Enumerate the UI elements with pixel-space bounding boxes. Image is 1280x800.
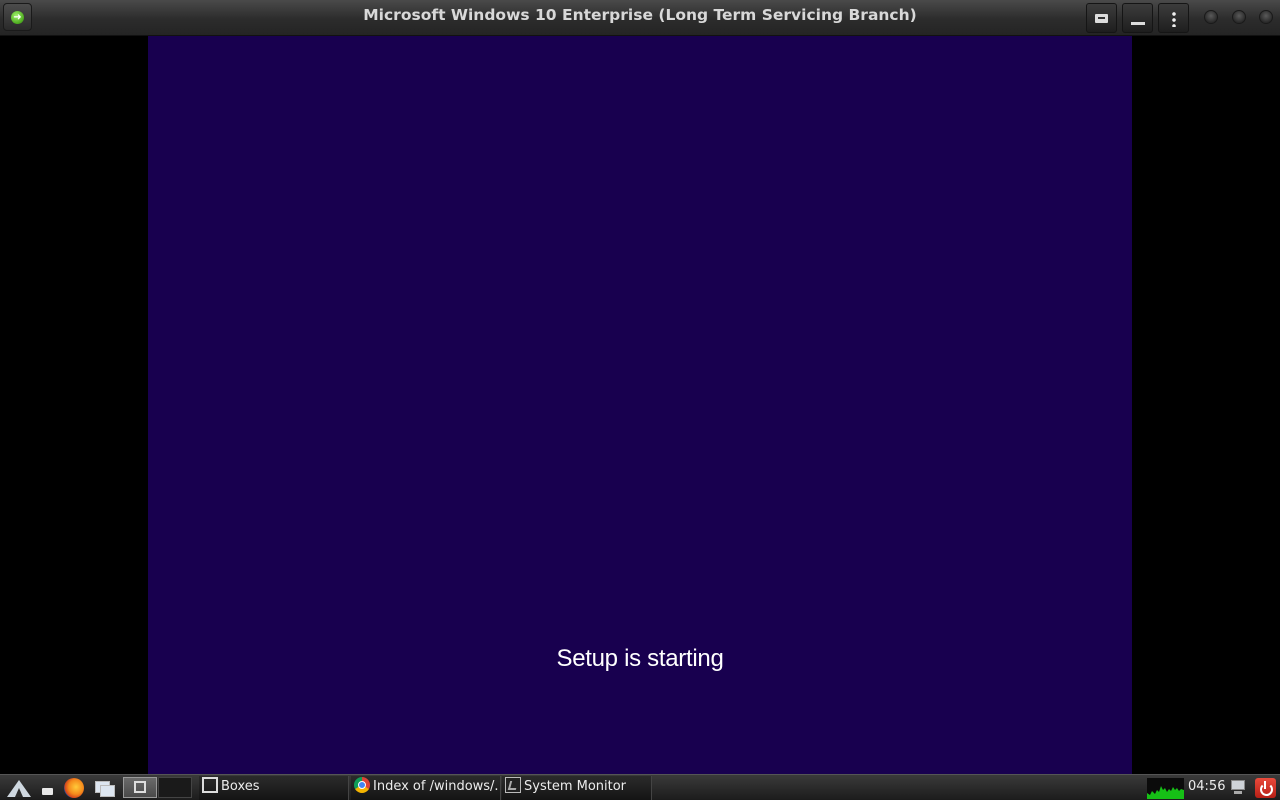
wm-maximize-button[interactable]	[1232, 10, 1246, 24]
task-system-monitor[interactable]: System Monitor	[502, 776, 652, 800]
network-icon[interactable]	[1228, 779, 1248, 797]
task-label: Boxes	[221, 779, 260, 794]
minimize-icon	[1131, 22, 1145, 25]
wm-minimize-button[interactable]	[1204, 10, 1218, 24]
task-boxes[interactable]: Boxes	[199, 776, 349, 800]
task-chrome[interactable]: Index of /windows/...	[351, 776, 501, 800]
workspace-1[interactable]	[123, 777, 157, 798]
windows-switcher-icon[interactable]	[92, 777, 118, 799]
show-desktop-icon[interactable]	[38, 777, 58, 799]
clock[interactable]: 04:56	[1188, 776, 1225, 798]
cpu-graph-svg	[1147, 786, 1184, 799]
cpu-graph-icon[interactable]	[1147, 778, 1184, 799]
taskbar: Boxes Index of /windows/... System Monit…	[0, 774, 1280, 800]
system-monitor-icon	[505, 777, 521, 793]
wm-close-button[interactable]	[1259, 10, 1273, 24]
minimize-vm-button[interactable]	[1122, 3, 1153, 33]
workspace-2[interactable]	[158, 777, 192, 798]
setup-status-message: Setup is starting	[556, 645, 724, 672]
boxes-icon	[202, 777, 218, 793]
keyboard-icon	[1095, 14, 1108, 23]
power-icon[interactable]	[1255, 778, 1276, 798]
send-keys-button[interactable]	[1086, 3, 1117, 33]
firefox-icon[interactable]	[62, 777, 86, 799]
chrome-icon	[354, 777, 370, 793]
menu-dots-icon	[1172, 11, 1176, 27]
vm-screen[interactable]: Setup is starting	[148, 36, 1132, 774]
vm-menu-button[interactable]	[1158, 3, 1189, 33]
task-label: System Monitor	[524, 779, 627, 794]
title-bar: ➜ Microsoft Windows 10 Enterprise (Long …	[0, 0, 1280, 36]
vm-display-area: Setup is starting	[0, 36, 1280, 774]
arch-menu-icon[interactable]	[4, 777, 34, 799]
task-label: Index of /windows/...	[373, 779, 501, 794]
